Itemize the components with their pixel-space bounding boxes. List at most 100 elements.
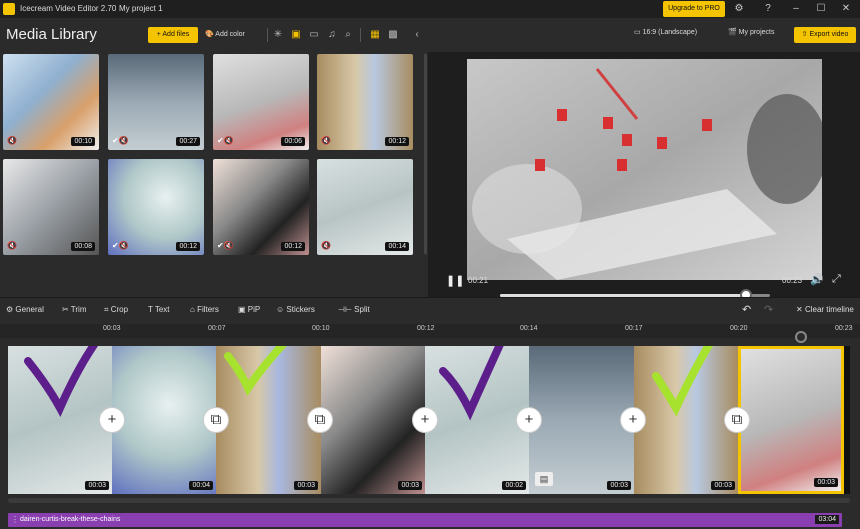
checkmark-overlay bbox=[24, 346, 713, 421]
mute-icon: 🔇 bbox=[7, 136, 17, 145]
media-item[interactable]: 🔇 00:10 bbox=[3, 54, 99, 150]
all-filter-icon[interactable]: ✳ bbox=[270, 27, 286, 43]
total-time: 00:23 bbox=[782, 276, 803, 285]
pause-icon[interactable]: ❚❚ bbox=[446, 274, 464, 287]
media-duration: 00:06 bbox=[281, 137, 305, 146]
pip-label: PiP bbox=[247, 305, 261, 314]
media-duration: 00:12 bbox=[281, 242, 305, 251]
minimize-icon[interactable]: – bbox=[788, 2, 804, 16]
add-files-label: Add files bbox=[162, 31, 190, 38]
collapse-panel-icon[interactable]: ‹ bbox=[409, 27, 425, 43]
export-video-button[interactable]: ⇧ Export video bbox=[794, 27, 856, 43]
split-label: Split bbox=[354, 305, 370, 314]
grid-small-icon[interactable]: ▩ bbox=[385, 27, 401, 43]
audio-filter-icon[interactable]: ♫ bbox=[324, 27, 340, 43]
my-projects-button[interactable]: 🎬 My projects bbox=[728, 28, 774, 36]
playhead-handle[interactable] bbox=[795, 331, 807, 343]
media-item[interactable]: ✔🔇 00:12 bbox=[108, 159, 204, 255]
divider bbox=[267, 28, 268, 42]
mute-icon: 🔇 bbox=[7, 241, 17, 250]
search-icon[interactable]: ⌕ bbox=[340, 27, 356, 43]
maximize-icon[interactable]: ☐ bbox=[813, 2, 829, 16]
undo-icon[interactable]: ↶ bbox=[742, 303, 751, 316]
filters-label: Filters bbox=[197, 305, 219, 314]
split-button[interactable]: ⊣⊢ Split bbox=[338, 305, 370, 314]
export-label: Export video bbox=[809, 31, 849, 38]
ruler-tick: 00:03 bbox=[103, 325, 121, 332]
media-item[interactable]: ✔🔇 00:12 bbox=[213, 159, 309, 255]
green-check-icon bbox=[224, 346, 287, 397]
media-library-header: Media Library + Add files 🎨 Add color ✳ … bbox=[0, 18, 428, 52]
pip-button[interactable]: ▣ PiP bbox=[238, 305, 260, 314]
media-duration: 00:14 bbox=[385, 242, 409, 251]
grid-large-icon[interactable]: ▦ bbox=[367, 27, 383, 43]
timeline-ruler[interactable]: 00:03 00:07 00:10 00:12 00:14 00:17 00:2… bbox=[0, 324, 860, 338]
trim-button[interactable]: ✂ Trim bbox=[62, 305, 86, 314]
audio-name: dairen-curtis-break-these-chains bbox=[20, 516, 121, 523]
stickers-button[interactable]: ☺ Stickers bbox=[276, 305, 315, 314]
redo-icon[interactable]: ↷ bbox=[764, 303, 773, 316]
filters-button[interactable]: ⌂ Filters bbox=[190, 305, 219, 314]
crop-button[interactable]: ⌗ Crop bbox=[104, 305, 128, 315]
volume-icon[interactable]: 🔊 bbox=[810, 273, 824, 286]
clear-timeline-button[interactable]: ✕ Clear timeline bbox=[796, 305, 854, 314]
title-bar: Icecream Video Editor 2.70 My project 1 … bbox=[0, 0, 860, 18]
mute-icon: 🔇 bbox=[321, 136, 331, 145]
app-title: Icecream Video Editor 2.70 bbox=[20, 4, 117, 13]
trim-label: Trim bbox=[70, 305, 87, 314]
aspect-ratio-button[interactable]: ▭ 16:9 (Landscape) bbox=[634, 28, 697, 36]
purple-check-icon bbox=[24, 346, 99, 418]
app-logo-icon bbox=[3, 3, 15, 15]
my-projects-label: My projects bbox=[738, 29, 775, 36]
status-icons: ✔🔇 bbox=[112, 136, 129, 145]
add-files-button[interactable]: + Add files bbox=[148, 27, 198, 43]
stickers-label: Stickers bbox=[286, 305, 315, 314]
timeline-scrollbar[interactable] bbox=[8, 498, 850, 503]
library-scrollbar[interactable] bbox=[424, 54, 427, 254]
settings-icon[interactable]: ⚙ bbox=[731, 2, 747, 16]
ruler-tick: 00:17 bbox=[625, 325, 643, 332]
fullscreen-icon[interactable]: ⤢ bbox=[832, 273, 841, 286]
media-item[interactable]: 🔇 00:12 bbox=[317, 54, 413, 150]
audio-track[interactable]: ⋮ dairen-curtis-break-these-chains 03:04 bbox=[8, 513, 842, 527]
current-time: 00:21 bbox=[468, 276, 489, 285]
ruler-tick: 00:12 bbox=[417, 325, 435, 332]
media-duration: 00:12 bbox=[176, 242, 200, 251]
media-item[interactable]: ✔🔇 00:06 bbox=[213, 54, 309, 150]
crop-label: Crop bbox=[110, 305, 129, 314]
add-color-button[interactable]: 🎨 Add color bbox=[205, 27, 265, 43]
media-library-title: Media Library bbox=[6, 26, 97, 43]
status-icons: ✔🔇 bbox=[217, 241, 234, 250]
green-check-icon bbox=[652, 346, 713, 417]
aspect-ratio-label: 16:9 (Landscape) bbox=[642, 29, 698, 36]
ruler-tick: 00:14 bbox=[520, 325, 538, 332]
preview-frame bbox=[467, 59, 822, 280]
media-item[interactable]: 🔇 00:14 bbox=[317, 159, 413, 255]
video-filter-icon[interactable]: ▣ bbox=[288, 27, 304, 43]
upgrade-button[interactable]: Upgrade to PRO bbox=[663, 1, 725, 17]
purple-check-icon bbox=[439, 346, 504, 421]
edit-toolbar: ⚙ General ✂ Trim ⌗ Crop T Text ⌂ Filters… bbox=[0, 297, 860, 324]
close-icon[interactable]: ✕ bbox=[838, 2, 854, 16]
ruler-tick: 00:23 bbox=[835, 325, 853, 332]
text-button[interactable]: T Text bbox=[148, 305, 170, 314]
general-label: General bbox=[15, 305, 44, 314]
media-duration: 00:10 bbox=[71, 137, 95, 146]
video-preview[interactable] bbox=[467, 59, 822, 280]
status-icons: ✔🔇 bbox=[112, 241, 129, 250]
preview-header: ▭ 16:9 (Landscape) 🎬 My projects ⇧ Expor… bbox=[428, 18, 860, 52]
help-icon[interactable]: ? bbox=[760, 2, 776, 16]
audio-duration: 03:04 bbox=[815, 515, 839, 524]
mute-icon: 🔇 bbox=[321, 241, 331, 250]
preview-panel: ▭ 16:9 (Landscape) 🎬 My projects ⇧ Expor… bbox=[428, 18, 860, 301]
media-item[interactable]: ✔🔇 00:27 bbox=[108, 54, 204, 150]
add-color-label: Add color bbox=[215, 31, 245, 38]
text-label: Text bbox=[154, 305, 170, 314]
image-filter-icon[interactable]: ▭ bbox=[306, 27, 322, 43]
ruler-tick: 00:07 bbox=[208, 325, 226, 332]
video-track: 00:03 00:04 00:03 00:03 00:02 00:03 00:0… bbox=[8, 346, 850, 494]
media-item[interactable]: 🔇 00:08 bbox=[3, 159, 99, 255]
drag-handle-icon[interactable]: ⋮ bbox=[11, 515, 19, 524]
clear-timeline-label: Clear timeline bbox=[804, 305, 854, 314]
general-button[interactable]: ⚙ General bbox=[6, 305, 44, 314]
